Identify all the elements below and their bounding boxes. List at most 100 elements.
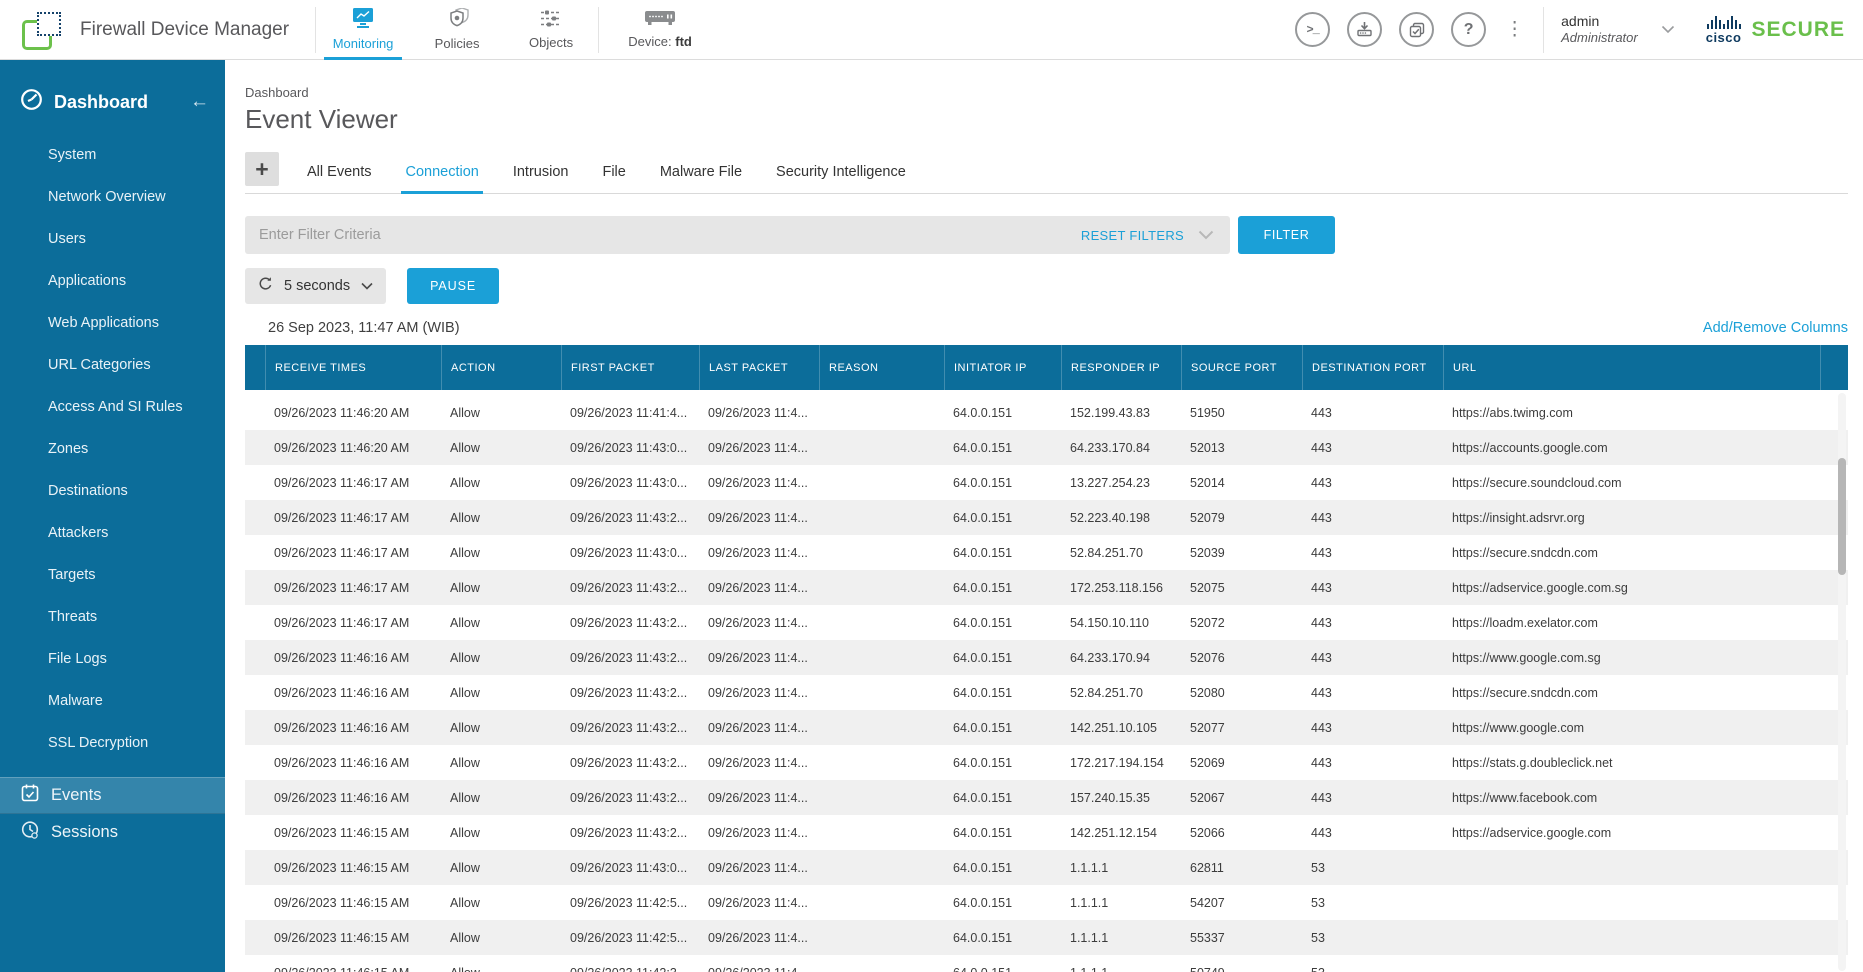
table-row[interactable]: 09/26/2023 11:46:20 AM Allow 09/26/2023 …	[245, 430, 1848, 465]
sidebar-item-ssl-decryption[interactable]: SSL Decryption	[0, 722, 225, 764]
tab-malware-file[interactable]: Malware File	[660, 164, 742, 193]
cell-last-packet: 09/26/2023 11:4...	[699, 511, 819, 525]
cell-initiator-ip: 64.0.0.151	[944, 651, 1061, 665]
column-header-responder-ip[interactable]: RESPONDER IP	[1061, 345, 1181, 390]
table-row[interactable]: 09/26/2023 11:46:15 AM Allow 09/26/2023 …	[245, 815, 1848, 850]
cell-receive-time: 09/26/2023 11:46:16 AM	[265, 686, 441, 700]
reset-filters-button[interactable]: RESET FILTERS	[1081, 228, 1184, 243]
filter-placeholder: Enter Filter Criteria	[259, 227, 381, 243]
add-view-button[interactable]: +	[245, 152, 279, 186]
cell-action: Allow	[441, 511, 561, 525]
table-row[interactable]: 09/26/2023 11:46:20 AM Allow 09/26/2023 …	[245, 395, 1848, 430]
sidebar-item-destinations[interactable]: Destinations	[0, 470, 225, 512]
column-header-initiator-ip[interactable]: INITIATOR IP	[944, 345, 1061, 390]
nav-item-objects[interactable]: Objects	[504, 0, 598, 60]
table-row[interactable]: 09/26/2023 11:46:17 AM Allow 09/26/2023 …	[245, 535, 1848, 570]
table-row[interactable]: 09/26/2023 11:46:16 AM Allow 09/26/2023 …	[245, 710, 1848, 745]
cell-url: https://adservice.google.com.sg	[1443, 581, 1820, 595]
add-remove-columns-link[interactable]: Add/Remove Columns	[1703, 320, 1848, 336]
column-header-last-packet[interactable]: LAST PACKET	[699, 345, 819, 390]
sidebar-item-events[interactable]: Events	[0, 777, 225, 814]
sidebar-item-system[interactable]: System	[0, 134, 225, 176]
column-header-action[interactable]: ACTION	[441, 345, 561, 390]
table-row[interactable]: 09/26/2023 11:46:17 AM Allow 09/26/2023 …	[245, 570, 1848, 605]
filter-input[interactable]: Enter Filter Criteria RESET FILTERS	[245, 216, 1230, 254]
sidebar-item-users[interactable]: Users	[0, 218, 225, 260]
breadcrumb[interactable]: Dashboard	[245, 85, 1863, 100]
table-row[interactable]: 09/26/2023 11:46:15 AM Allow 09/26/2023 …	[245, 885, 1848, 920]
sidebar-item-web-applications[interactable]: Web Applications	[0, 302, 225, 344]
user-chevron-down-icon[interactable]	[1661, 21, 1675, 39]
header-divider	[1543, 7, 1544, 53]
table-row[interactable]: 09/26/2023 11:46:15 AM Allow 09/26/2023 …	[245, 850, 1848, 885]
table-row[interactable]: 09/26/2023 11:46:15 AM Allow 09/26/2023 …	[245, 920, 1848, 955]
sidebar-item-threats[interactable]: Threats	[0, 596, 225, 638]
table-row[interactable]: 09/26/2023 11:46:17 AM Allow 09/26/2023 …	[245, 500, 1848, 535]
sidebar-item-network-overview[interactable]: Network Overview	[0, 176, 225, 218]
cell-action: Allow	[441, 791, 561, 805]
sidebar-item-url-categories[interactable]: URL Categories	[0, 344, 225, 386]
sidebar-item-zones[interactable]: Zones	[0, 428, 225, 470]
table-row[interactable]: 09/26/2023 11:46:16 AM Allow 09/26/2023 …	[245, 640, 1848, 675]
nav-item-device[interactable]: Device: ftd	[599, 0, 721, 60]
tab-security-intelligence[interactable]: Security Intelligence	[776, 164, 906, 193]
table-row[interactable]: 09/26/2023 11:46:15 AM Allow 09/26/2023 …	[245, 955, 1848, 972]
sidebar-item-targets[interactable]: Targets	[0, 554, 225, 596]
cell-destination-port: 443	[1302, 686, 1443, 700]
table-row[interactable]: 09/26/2023 11:46:16 AM Allow 09/26/2023 …	[245, 675, 1848, 710]
tab-all-events[interactable]: All Events	[307, 164, 371, 193]
table-scrollbar-thumb[interactable]	[1838, 458, 1846, 575]
filter-button[interactable]: FILTER	[1238, 216, 1335, 254]
cell-first-packet: 09/26/2023 11:43:2...	[561, 791, 699, 805]
task-list-icon[interactable]	[1399, 12, 1434, 47]
column-header-destination-port[interactable]: DESTINATION PORT	[1302, 345, 1443, 390]
table-meta-row: 26 Sep 2023, 11:47 AM (WIB) Add/Remove C…	[245, 320, 1848, 336]
nav-item-policies[interactable]: Policies	[410, 0, 504, 60]
sidebar-item-malware[interactable]: Malware	[0, 680, 225, 722]
column-header-receive-times[interactable]: RECEIVE TIMES	[265, 345, 441, 390]
table-row[interactable]: 09/26/2023 11:46:17 AM Allow 09/26/2023 …	[245, 465, 1848, 500]
user-menu[interactable]: admin Administrator	[1561, 12, 1638, 47]
column-header-first-packet[interactable]: FIRST PACKET	[561, 345, 699, 390]
table-row[interactable]: 09/26/2023 11:46:16 AM Allow 09/26/2023 …	[245, 745, 1848, 780]
refresh-interval-select[interactable]: 5 seconds	[245, 268, 386, 304]
column-header-reason[interactable]: REASON	[819, 345, 944, 390]
cell-source-port: 62811	[1181, 861, 1302, 875]
cell-action: Allow	[441, 686, 561, 700]
sidebar-item-file-logs[interactable]: File Logs	[0, 638, 225, 680]
cell-responder-ip: 1.1.1.1	[1061, 966, 1181, 972]
collapse-sidebar-icon[interactable]: ←	[190, 91, 209, 113]
user-role: Administrator	[1561, 30, 1638, 47]
table-row[interactable]: 09/26/2023 11:46:16 AM Allow 09/26/2023 …	[245, 780, 1848, 815]
table-scrollbar-track[interactable]	[1838, 393, 1846, 971]
cell-first-packet: 09/26/2023 11:43:2...	[561, 826, 699, 840]
column-header-source-port[interactable]: SOURCE PORT	[1181, 345, 1302, 390]
clock-icon	[20, 820, 40, 845]
deploy-changes-icon[interactable]	[1347, 12, 1382, 47]
cell-source-port: 52014	[1181, 476, 1302, 490]
nav-item-monitoring[interactable]: Monitoring	[316, 0, 410, 60]
cell-url: https://secure.sndcdn.com	[1443, 686, 1820, 700]
sidebar-item-sessions[interactable]: Sessions	[0, 814, 225, 851]
table-row[interactable]: 09/26/2023 11:46:17 AM Allow 09/26/2023 …	[245, 605, 1848, 640]
tab-file[interactable]: File	[602, 164, 625, 193]
cell-action: Allow	[441, 651, 561, 665]
cli-console-icon[interactable]: >_	[1295, 12, 1330, 47]
pause-button[interactable]: PAUSE	[407, 268, 499, 304]
filter-history-chevron-down-icon[interactable]	[1198, 230, 1214, 240]
refresh-interval-value: 5 seconds	[284, 278, 350, 294]
more-menu-icon[interactable]: ⋮	[1503, 20, 1526, 39]
tab-connection[interactable]: Connection	[405, 164, 478, 193]
help-icon[interactable]: ?	[1451, 12, 1486, 47]
column-header-url[interactable]: URL	[1443, 345, 1820, 390]
cell-last-packet: 09/26/2023 11:4...	[699, 756, 819, 770]
cell-last-packet: 09/26/2023 11:4...	[699, 826, 819, 840]
sidebar-title: Dashboard	[54, 92, 148, 113]
sidebar-item-access-and-si-rules[interactable]: Access And SI Rules	[0, 386, 225, 428]
refresh-icon	[258, 276, 273, 296]
sidebar-item-applications[interactable]: Applications	[0, 260, 225, 302]
cell-receive-time: 09/26/2023 11:46:15 AM	[265, 896, 441, 910]
sidebar-item-attackers[interactable]: Attackers	[0, 512, 225, 554]
cell-destination-port: 53	[1302, 861, 1443, 875]
tab-intrusion[interactable]: Intrusion	[513, 164, 569, 193]
